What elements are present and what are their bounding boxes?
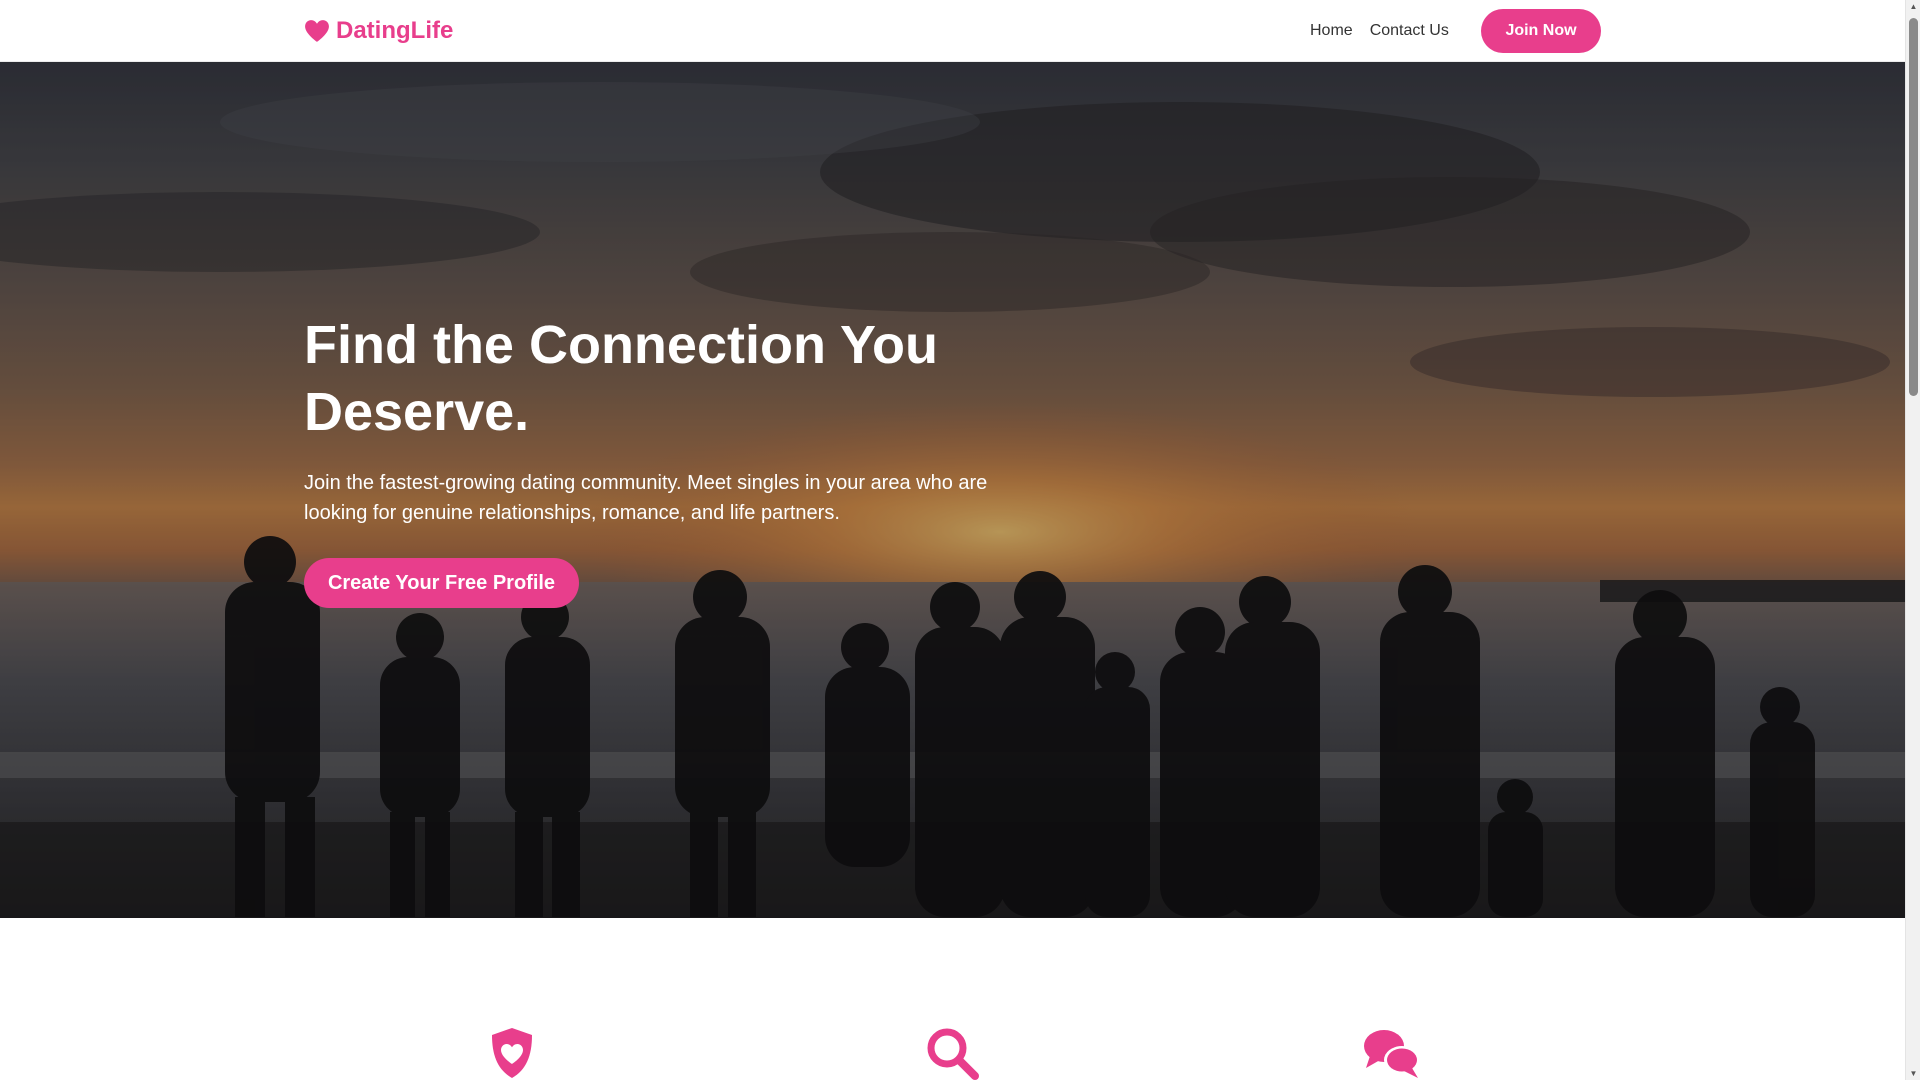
- hero-section: Find the Connection You Deserve. Join th…: [0, 62, 1905, 918]
- shield-heart-icon: [492, 1028, 532, 1078]
- page-scrollbar[interactable]: ▲ ▼: [1905, 0, 1920, 1080]
- hero-title: Find the Connection You Deserve.: [304, 315, 938, 442]
- top-navbar: DatingLife Home Contact Us Join Now: [0, 0, 1905, 62]
- join-now-button[interactable]: Join Now: [1481, 9, 1601, 53]
- nav-links: Home Contact Us: [1310, 18, 1449, 44]
- scroll-up-arrow-icon[interactable]: ▲: [1909, 2, 1918, 11]
- features-section: [0, 918, 1905, 1080]
- scroll-down-arrow-icon[interactable]: ▼: [1909, 1069, 1918, 1078]
- nav-link-home[interactable]: Home: [1310, 22, 1353, 40]
- nav-link-contact[interactable]: Contact Us: [1370, 22, 1449, 40]
- hero-subtitle: Join the fastest-growing dating communit…: [304, 472, 988, 524]
- scrollbar-thumb[interactable]: [1909, 18, 1918, 396]
- heart-icon: [305, 20, 329, 42]
- hero-content: Find the Connection You Deserve. Join th…: [304, 312, 1044, 608]
- search-icon: [927, 1028, 979, 1080]
- brand-logo-link[interactable]: DatingLife: [304, 14, 453, 48]
- brand-name: DatingLife: [336, 17, 454, 44]
- chat-bubbles-icon: [1364, 1030, 1420, 1078]
- create-profile-button[interactable]: Create Your Free Profile: [304, 558, 579, 608]
